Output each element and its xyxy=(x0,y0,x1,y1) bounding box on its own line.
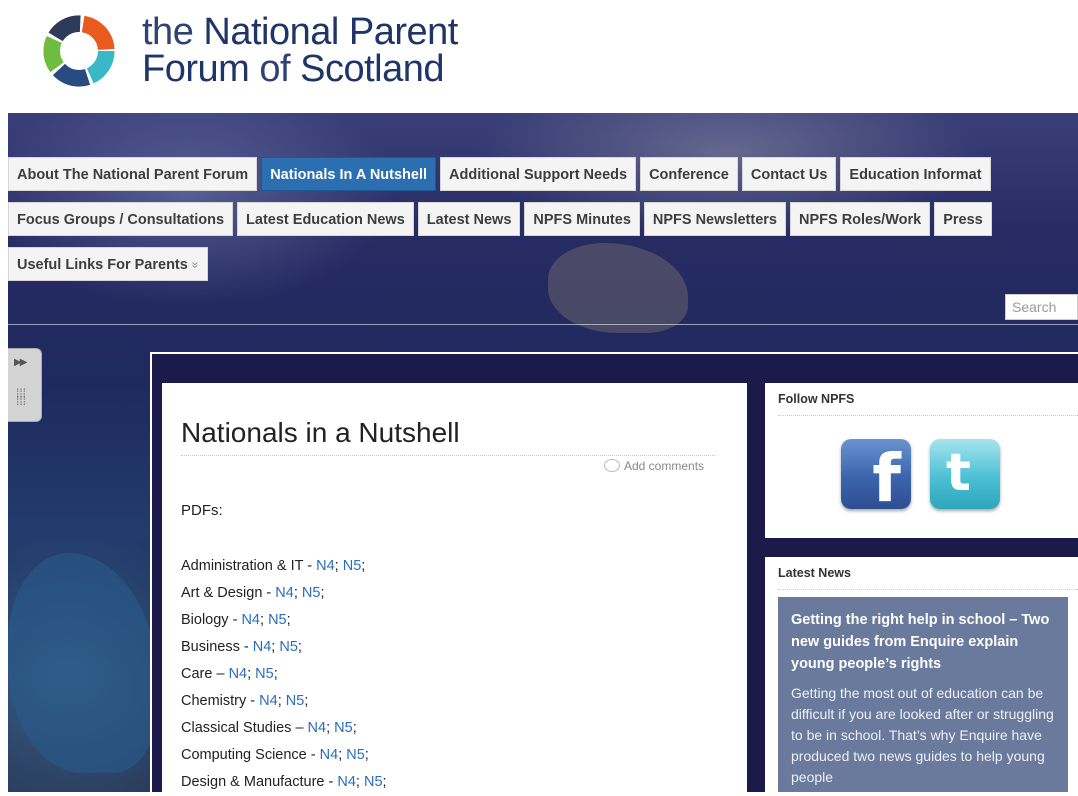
follow-heading-divider xyxy=(778,415,1078,416)
nav-item-contact-us[interactable]: Contact Us xyxy=(741,157,837,191)
subject-separator: - xyxy=(324,774,338,790)
list-item: Art & Design - N4; N5; xyxy=(181,585,325,601)
n4-pdf-link[interactable]: N4 xyxy=(316,558,335,574)
facebook-glyph: f xyxy=(872,440,901,509)
nav-item-focus-groups[interactable]: Focus Groups / Consultations xyxy=(8,202,234,236)
follow-widget: Follow NPFS f t xyxy=(765,383,1078,538)
n4-pdf-link[interactable]: N4 xyxy=(308,720,327,736)
subject-name: Design & Manufacture xyxy=(181,774,325,790)
n5-pdf-link[interactable]: N5 xyxy=(302,585,321,601)
subject-separator: - xyxy=(262,585,276,601)
grip-handle-icon: ⁞⁞⁞ ⁞⁞⁞ xyxy=(16,386,27,408)
subject-separator: - xyxy=(306,747,320,763)
banner-divider xyxy=(8,324,1078,325)
nav-item-conference[interactable]: Conference xyxy=(640,157,738,191)
nav-item-latest-news[interactable]: Latest News xyxy=(417,202,521,236)
n4-pdf-link[interactable]: N4 xyxy=(320,747,339,763)
list-item: Business - N4; N5; xyxy=(181,639,302,655)
subject-separator: - xyxy=(239,639,253,655)
nav-item-nationals-in-a-nutshell[interactable]: Nationals In A Nutshell xyxy=(261,157,437,191)
news-item[interactable]: Getting the right help in school – Two n… xyxy=(778,597,1068,792)
n5-pdf-link[interactable]: N5 xyxy=(334,720,353,736)
main-nav-row-3: Useful Links For Parents» xyxy=(8,247,212,281)
n5-pdf-link[interactable]: N5 xyxy=(268,612,287,628)
n4-pdf-link[interactable]: N4 xyxy=(253,639,272,655)
subject-list: Administration & IT - N4; N5; Art & Desi… xyxy=(181,553,387,796)
expand-arrows-icon: ▶▶ xyxy=(14,357,27,368)
n5-pdf-link[interactable]: N5 xyxy=(286,693,305,709)
list-item: Biology - N4; N5; xyxy=(181,612,291,628)
list-item: Classical Studies – N4; N5; xyxy=(181,720,357,736)
n4-pdf-link[interactable]: N4 xyxy=(337,774,356,790)
n5-pdf-link[interactable]: N5 xyxy=(343,558,362,574)
follow-heading: Follow NPFS xyxy=(778,392,855,406)
main-nav-row-1: About The National Parent Forum National… xyxy=(8,157,995,191)
logo-word-scotland: Scotland xyxy=(300,48,445,90)
latest-news-widget: Latest News Getting the right help in sc… xyxy=(765,557,1078,792)
subject-name: Chemistry xyxy=(181,693,247,709)
comment-bubble-icon xyxy=(604,459,620,472)
subject-name: Art & Design xyxy=(181,585,263,601)
n5-pdf-link[interactable]: N5 xyxy=(364,774,383,790)
subject-name: Administration & IT xyxy=(181,558,304,574)
add-comments-label: Add comments xyxy=(624,459,705,473)
logo-words-national-parent: National Parent xyxy=(203,11,458,53)
main-nav-row-2: Focus Groups / Consultations Latest Educ… xyxy=(8,202,996,236)
logo-ring-icon[interactable] xyxy=(40,12,118,90)
latest-news-divider xyxy=(778,589,1078,590)
add-comments-link[interactable]: Add comments xyxy=(604,459,704,473)
nav-item-additional-support-needs[interactable]: Additional Support Needs xyxy=(440,157,637,191)
nav-item-useful-links-label: Useful Links For Parents xyxy=(17,257,188,273)
site-logo-text[interactable]: the National Parent Forum of Scotland xyxy=(142,11,458,90)
n5-pdf-link[interactable]: N5 xyxy=(346,747,365,763)
twitter-icon[interactable]: t xyxy=(930,439,1000,509)
subject-name: Biology xyxy=(181,612,229,628)
n4-pdf-link[interactable]: N4 xyxy=(241,612,260,628)
banner-wave-shape xyxy=(8,553,158,773)
n5-pdf-link[interactable]: N5 xyxy=(279,639,298,655)
news-headline[interactable]: Getting the right help in school – Two n… xyxy=(791,609,1056,675)
article-title: Nationals in a Nutshell xyxy=(181,417,460,448)
n4-pdf-link[interactable]: N4 xyxy=(275,585,294,601)
nav-item-npfs-roles-work[interactable]: NPFS Roles/Work xyxy=(790,202,931,236)
subject-separator: – xyxy=(212,666,229,682)
search-input[interactable]: Search xyxy=(1005,294,1078,320)
subject-separator: - xyxy=(228,612,242,628)
subject-name: Care xyxy=(181,666,213,682)
main-article: Nationals in a Nutshell Add comments PDF… xyxy=(162,383,747,792)
nav-item-education-information[interactable]: Education Informat xyxy=(840,157,991,191)
nav-item-about[interactable]: About The National Parent Forum xyxy=(8,157,258,191)
latest-news-heading: Latest News xyxy=(778,566,851,580)
nav-item-npfs-minutes[interactable]: NPFS Minutes xyxy=(524,202,640,236)
nav-item-npfs-newsletters[interactable]: NPFS Newsletters xyxy=(643,202,786,236)
n4-pdf-link[interactable]: N4 xyxy=(259,693,278,709)
list-item: Computing Science - N4; N5; xyxy=(181,747,369,763)
facebook-icon[interactable]: f xyxy=(841,439,911,509)
pdfs-label: PDFs: xyxy=(181,502,223,519)
site-header: the National Parent Forum of Scotland xyxy=(0,0,1078,113)
news-excerpt: Getting the most out of education can be… xyxy=(791,685,1054,785)
list-item: Care – N4; N5; xyxy=(181,666,278,682)
nav-item-useful-links[interactable]: Useful Links For Parents» xyxy=(8,247,208,281)
subject-separator: – xyxy=(291,720,308,736)
subject-separator: - xyxy=(303,558,317,574)
nav-item-press[interactable]: Press xyxy=(934,202,992,236)
sidebar-toggle-button[interactable]: ▶▶ ⁞⁞⁞ ⁞⁞⁞ xyxy=(8,348,42,422)
logo-word-of: of xyxy=(259,48,291,90)
list-item: Administration & IT - N4; N5; xyxy=(181,558,366,574)
nav-item-latest-education-news[interactable]: Latest Education News xyxy=(237,202,414,236)
subject-name: Classical Studies xyxy=(181,720,292,736)
twitter-glyph: t xyxy=(946,443,971,503)
n5-pdf-link[interactable]: N5 xyxy=(255,666,274,682)
subject-name: Computing Science xyxy=(181,747,307,763)
logo-word-forum: Forum xyxy=(142,48,250,90)
logo-word-the: the xyxy=(142,11,194,53)
chevron-down-icon: » xyxy=(188,261,203,269)
n4-pdf-link[interactable]: N4 xyxy=(229,666,248,682)
banner-rock-shape xyxy=(548,243,688,333)
list-item: Chemistry - N4; N5; xyxy=(181,693,309,709)
subject-separator: - xyxy=(246,693,260,709)
title-divider xyxy=(181,455,715,456)
subject-name: Business xyxy=(181,639,240,655)
